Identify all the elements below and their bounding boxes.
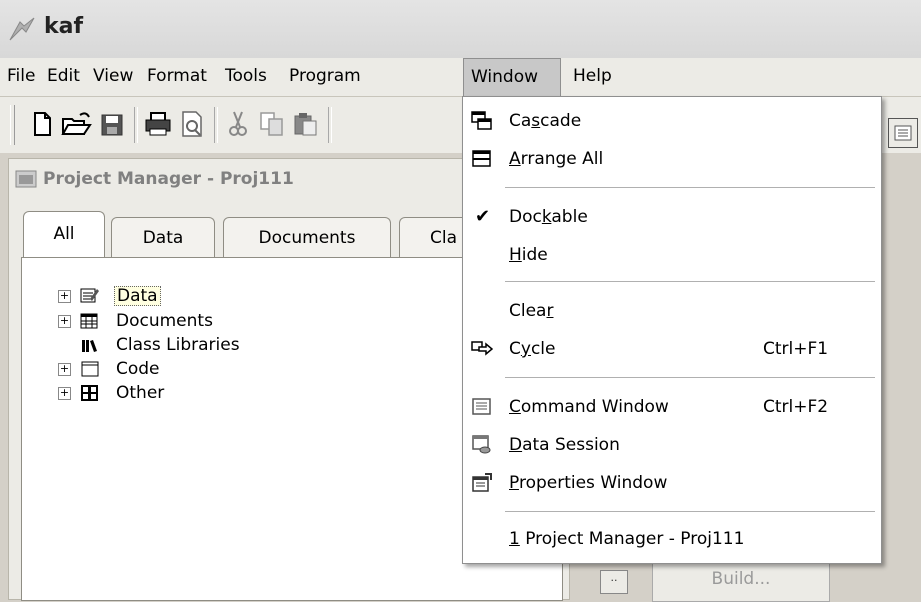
tree-item-label: Data	[114, 286, 161, 306]
menu-edit[interactable]: Edit	[40, 58, 87, 96]
menu-separator	[505, 377, 875, 378]
copy-icon[interactable]	[256, 107, 288, 141]
command-window-icon	[472, 398, 491, 415]
tab-all[interactable]: All	[23, 211, 105, 257]
arrange-all-icon	[472, 150, 491, 167]
menu-item-cycle[interactable]: Cycle Ctrl+F1	[463, 331, 881, 367]
menu-program[interactable]: Program	[282, 58, 368, 96]
menu-item-recent-project-manager[interactable]: 1 Project Manager - Proj111	[463, 521, 881, 557]
cascade-icon	[471, 111, 492, 130]
paste-icon[interactable]	[290, 107, 322, 141]
menu-item-dockable[interactable]: ✔ Dockable	[463, 199, 881, 235]
menu-format[interactable]: Format	[140, 58, 214, 96]
build-options-button[interactable]: ··	[600, 570, 628, 594]
documents-icon	[80, 313, 98, 329]
project-manager-title: Project Manager - Proj111	[15, 165, 294, 193]
app-logo-icon	[9, 17, 35, 41]
shortcut-label: Ctrl+F1	[763, 339, 829, 359]
menu-item-command-window[interactable]: Command Window Ctrl+F2	[463, 389, 881, 425]
print-icon[interactable]	[142, 107, 174, 141]
menu-help[interactable]: Help	[566, 58, 619, 96]
menu-item-label: Arrange All	[509, 149, 604, 169]
menu-item-label: Command Window	[509, 397, 669, 417]
menu-item-label: Cycle	[509, 339, 556, 359]
cut-icon[interactable]	[222, 107, 254, 141]
menu-bar: File Edit View Format Tools Program Wind…	[0, 58, 921, 97]
title-bar: kaf	[0, 0, 921, 58]
menu-item-arrange-all[interactable]: Arrange All	[463, 141, 881, 177]
properties-window-icon	[472, 473, 492, 492]
menu-item-label: 1 Project Manager - Proj111	[509, 529, 745, 549]
tab-documents[interactable]: Documents	[223, 217, 391, 257]
save-icon[interactable]	[96, 107, 128, 141]
tree-item-label: Documents	[116, 311, 213, 331]
menu-separator	[505, 281, 875, 282]
expand-icon[interactable]: +	[58, 363, 71, 376]
menu-separator	[505, 187, 875, 188]
menu-item-label: Cascade	[509, 111, 582, 131]
toolbar-grip[interactable]	[10, 105, 15, 145]
menu-item-clear[interactable]: Clear	[463, 293, 881, 329]
tree-item-label: Other	[116, 383, 165, 403]
menu-item-label: Clear	[509, 301, 554, 321]
code-icon	[81, 361, 99, 377]
menu-item-label: Dockable	[509, 207, 588, 227]
menu-item-properties-window[interactable]: Properties Window	[463, 465, 881, 501]
checkmark-icon: ✔	[475, 206, 491, 227]
class-libraries-icon	[82, 340, 97, 352]
project-manager-icon	[15, 170, 37, 188]
build-button[interactable]: Build...	[652, 560, 830, 602]
tree-item-label: Code	[116, 359, 160, 379]
menu-file[interactable]: File	[0, 58, 42, 96]
project-manager-title-text: Project Manager - Proj111	[43, 169, 294, 189]
menu-item-label: Data Session	[509, 435, 620, 455]
tab-data[interactable]: Data	[111, 217, 215, 257]
database-icon	[80, 288, 99, 303]
menu-item-label: Properties Window	[509, 473, 668, 493]
toolbar-separator	[134, 107, 138, 143]
shortcut-label: Ctrl+F2	[763, 397, 829, 417]
menu-view[interactable]: View	[86, 58, 140, 96]
menu-item-cascade[interactable]: Cascade	[463, 103, 881, 139]
menu-item-data-session[interactable]: Data Session	[463, 427, 881, 463]
tree-item-label: Class Libraries	[116, 335, 240, 355]
new-file-icon[interactable]	[26, 107, 58, 141]
toolbar-separator	[328, 107, 332, 143]
menu-item-label: Hide	[509, 245, 548, 265]
command-window-icon	[894, 125, 912, 141]
menu-window[interactable]: Window	[463, 58, 561, 97]
cycle-icon	[471, 341, 493, 356]
data-session-icon	[472, 435, 491, 454]
expand-icon[interactable]: +	[58, 315, 71, 328]
expand-icon[interactable]: +	[58, 290, 71, 303]
toolbar-separator	[214, 107, 218, 143]
other-icon	[81, 385, 98, 401]
print-preview-icon[interactable]	[176, 107, 208, 141]
command-window-toolbar-button[interactable]	[888, 118, 918, 148]
window-title: kaf	[44, 14, 84, 39]
menu-item-hide[interactable]: Hide	[463, 237, 881, 273]
menu-tools[interactable]: Tools	[218, 58, 274, 96]
menu-separator	[505, 511, 875, 512]
window-menu-dropdown: Cascade Arrange All ✔ Dockable Hide Clea…	[462, 96, 882, 564]
open-folder-icon[interactable]	[60, 107, 92, 141]
expand-icon[interactable]: +	[58, 387, 71, 400]
